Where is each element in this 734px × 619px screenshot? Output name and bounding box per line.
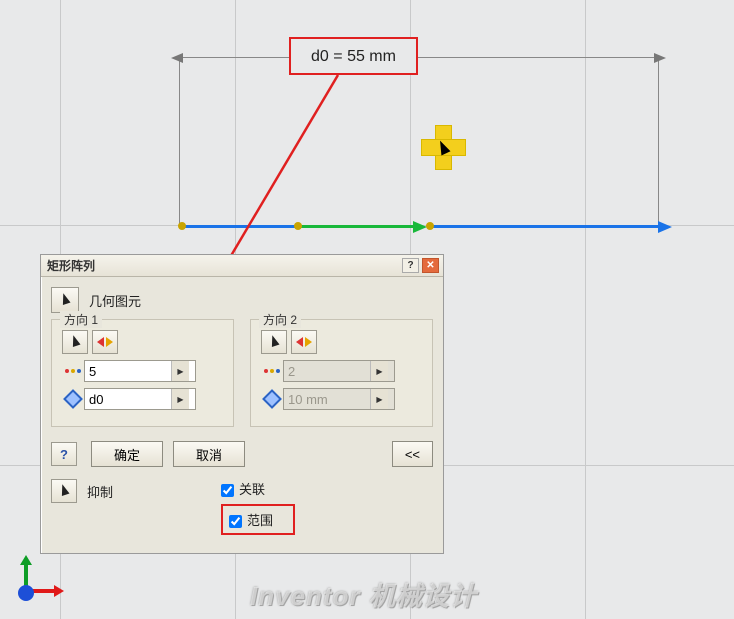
spinner-button[interactable]: ▶ (370, 361, 388, 381)
dir1-count-input[interactable] (85, 361, 171, 381)
dir2-count-input (284, 361, 370, 381)
direction2-title: 方向 2 (259, 311, 301, 328)
pattern-point-icon (178, 222, 186, 230)
dir1-count-input-wrap: ▶ (84, 360, 196, 382)
dir2-spacing-input-wrap: ▶ (283, 388, 395, 410)
dimension-extension-right (658, 55, 659, 227)
flip-icon (296, 335, 312, 349)
spinner-button[interactable]: ▶ (171, 389, 189, 409)
cursor-icon (69, 335, 81, 349)
dir2-select-button[interactable] (261, 330, 287, 354)
range-label: 范围 (247, 510, 273, 529)
cursor-icon (268, 335, 280, 349)
suppress-select-button[interactable] (51, 479, 77, 503)
associative-label: 关联 (239, 479, 265, 498)
dir1-select-button[interactable] (62, 330, 88, 354)
spacing-icon (261, 392, 283, 406)
dimension-line (180, 57, 657, 67)
spacing-icon (62, 392, 84, 406)
dir-arrow-segment-active (298, 225, 413, 228)
suppress-label: 抑制 (87, 482, 113, 501)
direction1-title: 方向 1 (60, 311, 102, 328)
dir2-flip-button[interactable] (291, 330, 317, 354)
geometry-label: 几何图元 (89, 291, 141, 310)
dialog-titlebar[interactable]: 矩形阵列 ? ✕ (41, 255, 443, 277)
associative-checkbox[interactable] (221, 484, 234, 497)
dir-arrow-segment (430, 225, 658, 228)
dir1-spacing-input[interactable] (85, 389, 171, 409)
cancel-button[interactable]: 取消 (173, 441, 245, 467)
dir-arrow-segment (181, 225, 296, 228)
spinner-button[interactable]: ▶ (171, 361, 189, 381)
spinner-button[interactable]: ▶ (370, 389, 388, 409)
dir2-spacing-input (284, 389, 370, 409)
coordinate-triad-icon (10, 553, 64, 607)
cursor-icon (59, 293, 71, 307)
help-button[interactable]: ? (51, 442, 77, 466)
range-checkbox[interactable] (229, 515, 242, 528)
range-option-highlight: 范围 (221, 504, 295, 535)
direction2-group: 方向 2 ▶ (250, 319, 433, 427)
arrowhead-icon (413, 221, 427, 233)
dir1-spacing-input-wrap: ▶ (84, 388, 196, 410)
pattern-point-icon (294, 222, 302, 230)
dialog-close-button[interactable]: ✕ (422, 258, 439, 273)
collapse-button[interactable]: << (392, 441, 433, 467)
help-icon: ? (60, 447, 68, 462)
pattern-point-icon (426, 222, 434, 230)
count-icon (62, 369, 84, 373)
dialog-help-button[interactable]: ? (402, 258, 419, 273)
arrowhead-icon (658, 221, 672, 233)
dir2-count-input-wrap: ▶ (283, 360, 395, 382)
dir1-flip-button[interactable] (92, 330, 118, 354)
rectangular-pattern-dialog: 矩形阵列 ? ✕ 几何图元 方向 1 (40, 254, 444, 554)
flip-icon (97, 335, 113, 349)
count-icon (261, 369, 283, 373)
select-geometry-button[interactable] (51, 287, 79, 313)
ok-button[interactable]: 确定 (91, 441, 163, 467)
dimension-label[interactable]: d0 = 55 mm (289, 37, 418, 75)
dialog-title: 矩形阵列 (47, 257, 95, 274)
direction1-group: 方向 1 ▶ (51, 319, 234, 427)
dimension-extension-left (179, 55, 180, 227)
cursor-icon (58, 484, 70, 498)
